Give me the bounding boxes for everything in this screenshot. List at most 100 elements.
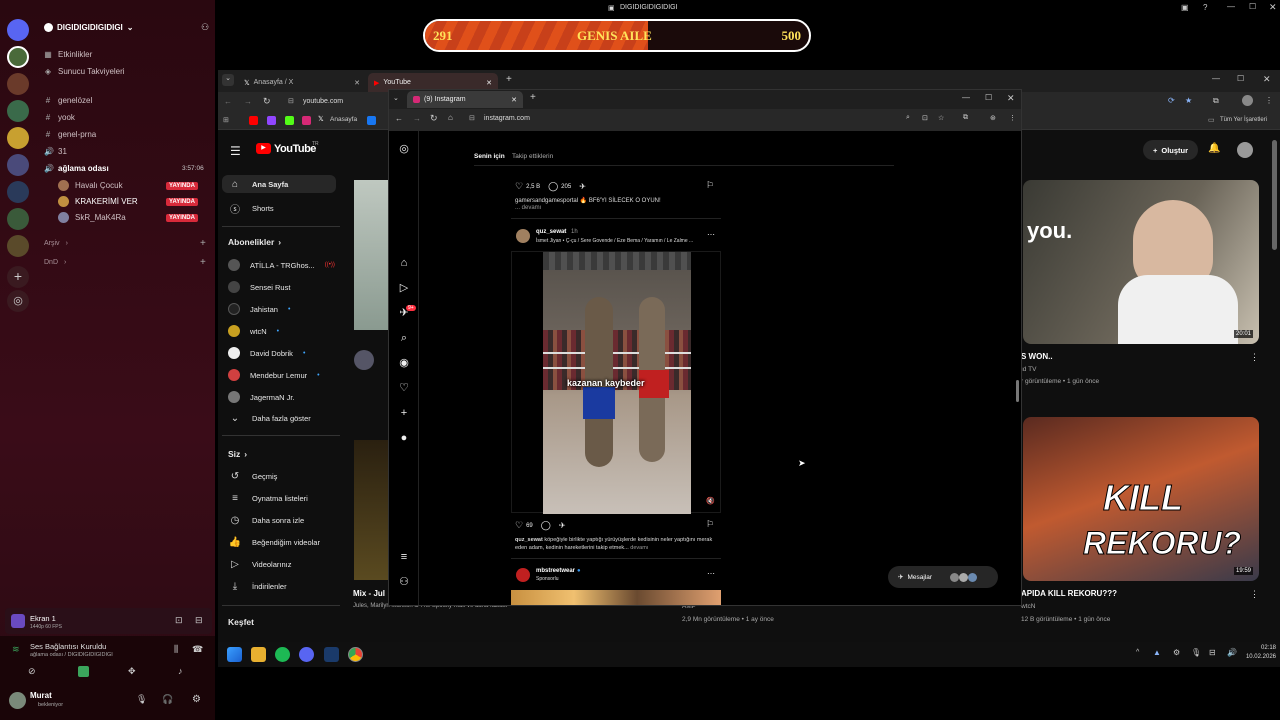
server-icon[interactable] — [7, 181, 29, 203]
boosts-item[interactable]: ◈ Sunucu Takviyeleri — [44, 67, 125, 76]
discover-icon[interactable]: ◎ — [7, 290, 29, 312]
heart-icon[interactable]: ♡ — [515, 520, 523, 531]
back-icon[interactable]: ← — [395, 114, 403, 123]
close-icon[interactable]: ✕ — [1007, 93, 1015, 104]
zoom-icon[interactable]: ⌕ — [906, 114, 910, 122]
url-field[interactable]: youtube.com — [303, 98, 343, 105]
reels-icon[interactable]: ▷ — [397, 281, 411, 295]
you-header[interactable]: Siz › — [228, 449, 247, 459]
voice-user[interactable]: Havalı Çocuk — [58, 180, 123, 191]
post-username[interactable]: mbstreetwear — [536, 568, 575, 574]
sub-item[interactable]: Mendebur Lemur • — [228, 369, 320, 381]
video-thumbnail[interactable] — [354, 440, 388, 580]
menu-kebab-icon[interactable]: ⋮ — [1009, 114, 1016, 122]
chrome-icon[interactable] — [348, 647, 363, 662]
video-thumbnail[interactable]: you. 20:01 — [1023, 180, 1259, 344]
events-item[interactable]: ▦ Etkinlikler — [44, 50, 92, 59]
bell-icon[interactable]: 🔔 — [1208, 143, 1220, 154]
tab-x[interactable]: 𝕏 Anasayfa / X ✕ — [238, 73, 366, 92]
tab-search-icon[interactable]: ⌄ — [393, 94, 399, 102]
new-tab-icon[interactable]: + — [506, 74, 512, 85]
close-tab-icon[interactable]: ✕ — [511, 96, 517, 104]
explore-icon[interactable]: ◉ — [397, 356, 411, 370]
tray-chevron-icon[interactable]: ^ — [1136, 649, 1139, 656]
close-icon[interactable]: ✕ — [1269, 2, 1277, 13]
install-icon[interactable]: ⟳ — [1168, 96, 1175, 105]
more-menu-icon[interactable]: ≡ — [397, 550, 411, 564]
headphones-icon[interactable]: 🎧 — [162, 694, 173, 705]
close-icon[interactable]: ✕ — [1263, 74, 1271, 85]
tab-instagram[interactable]: (9) Instagram ✕ — [407, 91, 523, 108]
sub-item[interactable]: ATİLLA - TRGhos... ((•)) — [228, 259, 335, 271]
you-item-videos[interactable]: ▷ Videolarınız — [228, 559, 291, 570]
heart-icon[interactable]: ♡ — [515, 181, 523, 192]
reload-icon[interactable]: ↻ — [430, 113, 438, 124]
video-channel[interactable]: wtcN — [1021, 603, 1035, 610]
bookmark-facebook-icon[interactable] — [367, 116, 376, 125]
bookmark-star-icon[interactable]: ★ — [1185, 96, 1192, 105]
instagram-logo-icon[interactable]: ◎ — [397, 142, 411, 156]
reload-icon[interactable]: ↻ — [263, 96, 271, 107]
subs-header[interactable]: Abonelikler › — [228, 237, 281, 247]
video-menu-icon[interactable]: ⋮ — [1250, 589, 1259, 600]
bookmark-x-label[interactable]: Anasayfa — [330, 116, 357, 123]
user-avatar[interactable] — [516, 568, 530, 582]
post-image[interactable] — [511, 590, 721, 605]
bookmark-youtube-icon[interactable] — [249, 116, 258, 125]
video-channel[interactable]: ıd TV — [1021, 366, 1036, 373]
mute-icon[interactable]: 🔇 — [706, 497, 715, 505]
category-archive[interactable]: Arşiv › — [44, 240, 68, 247]
create-plus-icon[interactable]: + — [397, 406, 411, 420]
channel-avatar[interactable] — [354, 350, 374, 370]
screen-share-button[interactable] — [78, 666, 89, 677]
mic-icon[interactable]: 🎙 — [1191, 648, 1201, 657]
profile-icon[interactable]: ⊛ — [990, 114, 996, 122]
video-thumbnail[interactable]: KILL REKORU? 19:59 — [1023, 417, 1259, 581]
post-video[interactable]: kazanan kaybeder 🔇 — [511, 251, 721, 514]
caption-username[interactable]: quz_sewat — [515, 537, 543, 543]
forward-icon[interactable]: → — [413, 114, 421, 123]
all-bookmarks-label[interactable]: Tüm Yer İşaretleri — [1220, 117, 1267, 123]
channel-item[interactable]: 🔊 31 — [44, 147, 67, 156]
mic-icon[interactable]: 🎙 — [136, 694, 147, 705]
clock-time[interactable]: 02:18 — [1248, 645, 1276, 651]
site-info-icon[interactable]: ⊟ — [469, 114, 475, 122]
spotify-icon[interactable] — [275, 647, 290, 662]
video-thumbnail[interactable] — [354, 180, 388, 330]
server-icon[interactable] — [7, 46, 29, 68]
nav-home[interactable]: ⌂ Ana Sayfa — [228, 179, 288, 190]
clock-date[interactable]: 10.02.2026 — [1242, 654, 1276, 660]
channel-item[interactable]: # yook — [44, 113, 75, 122]
nav-shorts[interactable]: ⓢ Shorts — [228, 201, 274, 216]
sub-item[interactable]: JagermaN Jr. — [228, 391, 295, 403]
add-member-icon[interactable]: ⚇ — [201, 22, 209, 33]
discord-icon[interactable] — [299, 647, 314, 662]
comment-icon[interactable]: ◯ — [541, 520, 551, 531]
scrollbar[interactable] — [1016, 380, 1019, 402]
extensions-icon[interactable]: ⧉ — [963, 114, 968, 122]
channel-item[interactable]: # genel-prna — [44, 130, 96, 139]
server-icon[interactable] — [7, 127, 29, 149]
noise-icon[interactable]: ⫼ — [174, 644, 178, 655]
you-item-history[interactable]: ↺ Geçmiş — [228, 471, 278, 482]
post-music[interactable]: İsmet Jiyan • Ç-çu / Sere Govende / Eze … — [536, 238, 693, 244]
cast-icon[interactable]: ⊡ — [922, 114, 928, 122]
account-avatar[interactable] — [1237, 142, 1253, 158]
stop-share-icon[interactable]: ⊟ — [195, 615, 203, 626]
you-item-watch-later[interactable]: ◷ Daha sonra izle — [228, 515, 305, 526]
voice-channel-item[interactable]: 🔊 ağlama odası — [44, 164, 109, 173]
create-button[interactable]: + Oluştur — [1143, 140, 1199, 160]
feed-tab-for-you[interactable]: Senin için — [474, 153, 505, 160]
more-link[interactable]: ... devamı — [515, 205, 541, 211]
sub-item[interactable]: wtcN • — [228, 325, 279, 337]
messages-button[interactable]: ✈ Mesajlar — [888, 566, 998, 588]
tray-app-icon[interactable]: ⚙ — [1173, 648, 1180, 657]
discord-home-icon[interactable] — [7, 19, 29, 41]
post-username[interactable]: quz_sewat — [536, 229, 566, 235]
network-icon[interactable]: ⊟ — [1209, 648, 1216, 657]
maximize-icon[interactable]: ☐ — [1237, 74, 1244, 83]
user-avatar[interactable] — [9, 692, 26, 709]
sub-item[interactable]: David Dobrik • — [228, 347, 305, 359]
category-dnd[interactable]: DnD › — [44, 259, 66, 266]
voice-user[interactable]: KRAKERİMİ VER — [58, 196, 138, 207]
